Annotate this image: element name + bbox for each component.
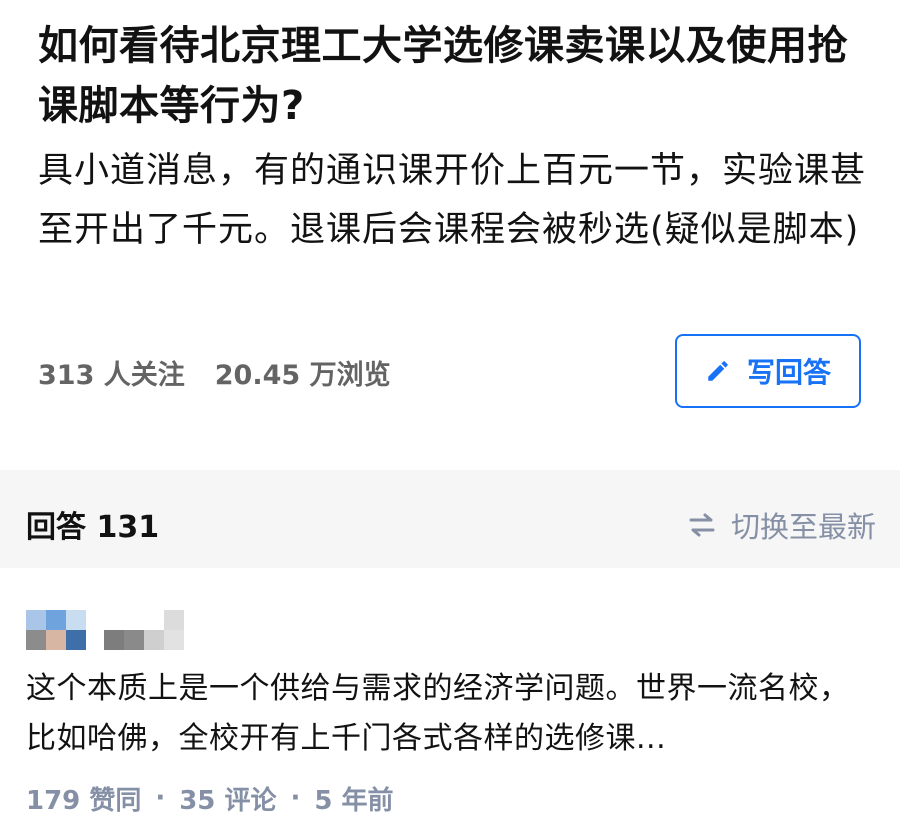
comment-count: 35 评论: [179, 785, 277, 816]
pixel-tile: [46, 610, 66, 630]
answers-header: 回答 131 切换至最新: [0, 480, 900, 568]
avatar[interactable]: [26, 610, 86, 650]
answer-excerpt[interactable]: 这个本质上是一个供给与需求的经济学问题。世界一流名校，比如哈佛，全校开有上千门各…: [26, 664, 876, 764]
answer-meta: 179 赞同 · 35 评论 · 5 年前: [26, 776, 394, 820]
pixel-tile: [144, 630, 164, 650]
pixel-tile: [164, 610, 184, 630]
question-detail[interactable]: 具小道消息，有的通识课开价上百元一节，实验课甚至开出了千元。退课后会课程会被秒选…: [38, 142, 868, 260]
answer-time: 5 年前: [314, 785, 394, 816]
pixel-tile: [164, 630, 184, 650]
sort-toggle-label: 切换至最新: [730, 510, 876, 544]
pixel-tile: [66, 610, 86, 630]
pixel-tile: [46, 630, 66, 650]
followers-count: 313 人关注: [38, 359, 185, 391]
author-name-blurred[interactable]: [104, 610, 186, 650]
write-answer-label: 写回答: [746, 356, 831, 389]
pixel-tile: [66, 630, 86, 650]
sort-toggle-button[interactable]: 切换至最新: [687, 504, 876, 546]
page: 如何看待北京理工大学选修课卖课以及使用抢课脚本等行为? 具小道消息，有的通识课开…: [0, 0, 900, 828]
pixel-tile: [144, 610, 164, 630]
meta-separator: ·: [290, 783, 301, 813]
pixel-tile: [104, 630, 124, 650]
answers-count: 回答 131: [26, 510, 160, 545]
swap-arrows-icon: [687, 512, 717, 538]
meta-separator: ·: [155, 783, 166, 813]
question-card: 如何看待北京理工大学选修课卖课以及使用抢课脚本等行为? 具小道消息，有的通识课开…: [0, 0, 900, 470]
answer-item[interactable]: 这个本质上是一个供给与需求的经济学问题。世界一流名校，比如哈佛，全校开有上千门各…: [0, 568, 900, 828]
question-stats: 313 人关注 20.45 万浏览: [38, 350, 391, 394]
pixel-tile: [124, 630, 144, 650]
pencil-icon: [705, 358, 731, 384]
views-count: 20.45 万浏览: [214, 359, 391, 391]
question-title[interactable]: 如何看待北京理工大学选修课卖课以及使用抢课脚本等行为?: [38, 16, 873, 136]
pixel-tile: [124, 610, 144, 630]
section-divider: [0, 470, 900, 480]
upvote-count: 179 赞同: [26, 785, 142, 816]
pixel-tile: [26, 630, 46, 650]
write-answer-button[interactable]: 写回答: [675, 334, 861, 408]
pixel-tile: [26, 610, 46, 630]
pixel-tile: [104, 610, 124, 630]
